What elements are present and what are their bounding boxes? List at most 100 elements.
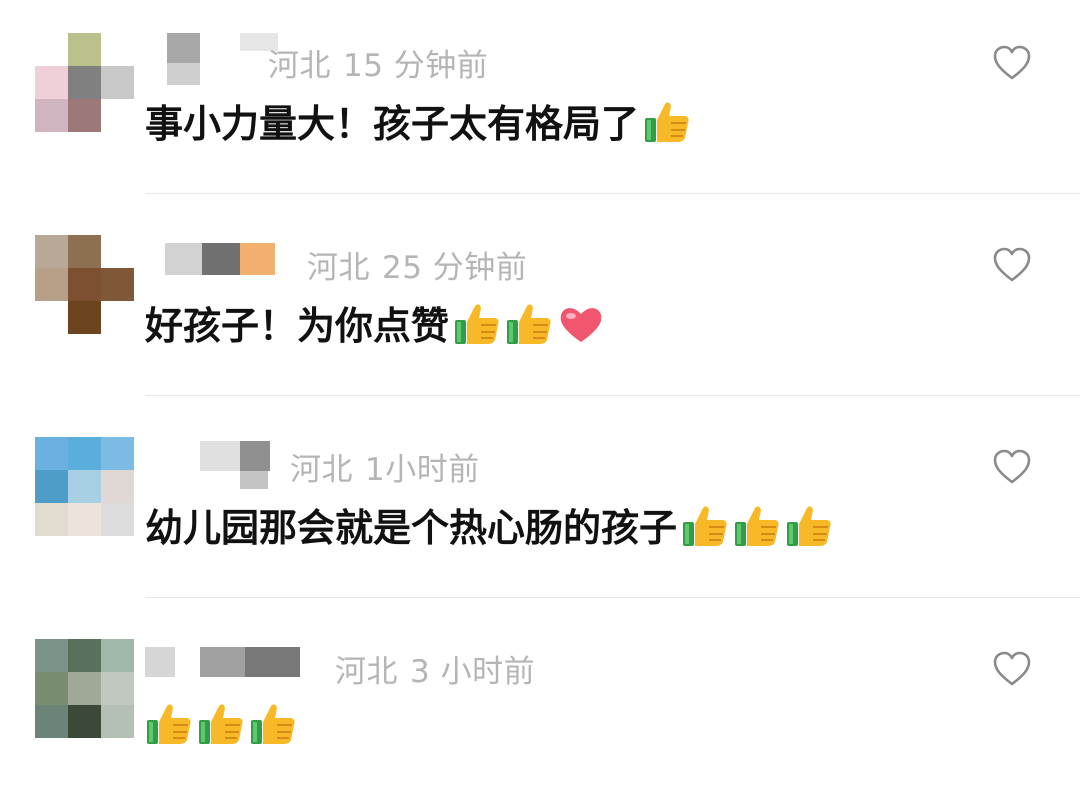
heart-outline-icon (993, 651, 1031, 686)
heart-outline-icon (993, 247, 1031, 282)
avatar-pixel (68, 66, 101, 99)
thumbs-up-icon (147, 703, 191, 744)
avatar-pixel (68, 672, 101, 705)
avatar-pixel (35, 268, 68, 301)
timestamp: 1小时前 (365, 452, 480, 488)
comment-item: 河北 3 小时前 (0, 606, 1080, 808)
comment-body: 事小力量大！孩子太有格局了 (145, 102, 640, 146)
comment-body: 好孩子！为你点赞 (145, 304, 450, 348)
avatar-pixel (68, 503, 101, 536)
thumbs-up-icon (683, 506, 727, 546)
thumbs-up-icon (735, 506, 779, 546)
thumbs-up-icon (645, 102, 689, 142)
avatar-pixel (35, 437, 68, 470)
avatar-pixel (35, 503, 68, 536)
avatar-pixel (68, 33, 101, 66)
username-pixel (240, 471, 268, 489)
emoji-row (677, 501, 833, 548)
username-pixel (167, 33, 200, 63)
username-pixel (240, 441, 270, 471)
avatar-pixel (68, 235, 101, 268)
avatar[interactable] (35, 437, 134, 536)
comment-text: 好孩子！为你点赞 (145, 295, 605, 350)
emoji-row (141, 699, 297, 746)
avatar-pixel (101, 99, 134, 132)
avatar-pixel (101, 268, 134, 301)
comment-meta: 河北 3 小时前 (335, 646, 535, 691)
avatar-pixel (35, 672, 68, 705)
emoji-row (639, 97, 691, 144)
avatar-pixel (35, 66, 68, 99)
avatar-pixel (101, 235, 134, 268)
comment-item: 河北 1小时前 幼儿园那会就是个热心肠的孩子 (0, 404, 1080, 606)
username-mosaic[interactable] (145, 235, 295, 285)
avatar[interactable] (35, 639, 134, 738)
comment-meta: 河北 1小时前 (290, 444, 480, 489)
emoji-row (449, 299, 605, 346)
username-mosaic[interactable] (145, 639, 300, 689)
location: 河北 (290, 452, 353, 488)
thumbs-up-icon (199, 703, 243, 744)
comment-meta: 河北 15 分钟前 (268, 40, 488, 85)
avatar-pixel (101, 639, 134, 672)
thumbs-up-icon (455, 304, 499, 344)
comment-text: 事小力量大！孩子太有格局了 (145, 93, 691, 148)
comment-text (145, 699, 297, 746)
avatar-pixel (68, 268, 101, 301)
like-heart-icon[interactable] (992, 448, 1032, 486)
comment-body: 幼儿园那会就是个热心肠的孩子 (145, 506, 678, 550)
username-pixel (200, 647, 245, 677)
avatar[interactable] (35, 33, 134, 132)
avatar-pixel (101, 66, 134, 99)
avatar-pixel (35, 99, 68, 132)
avatar-pixel (101, 705, 134, 738)
thumbs-up-icon (251, 703, 295, 744)
username-pixel (202, 243, 240, 275)
username-pixel (245, 647, 300, 677)
avatar-pixel (68, 437, 101, 470)
avatar-pixel (101, 503, 134, 536)
timestamp: 25 分钟前 (382, 250, 528, 286)
avatar-pixel (68, 705, 101, 738)
avatar-pixel (35, 301, 68, 334)
avatar-pixel (35, 235, 68, 268)
avatar-pixel (68, 470, 101, 503)
thumbs-up-icon (507, 304, 551, 344)
avatar[interactable] (35, 235, 134, 334)
avatar-pixel (101, 672, 134, 705)
divider (145, 395, 1080, 396)
timestamp: 3 小时前 (410, 654, 536, 690)
comment-item: 河北 15 分钟前 事小力量大！孩子太有格局了 (0, 0, 1080, 202)
avatar-pixel (35, 705, 68, 738)
heart-emoji-icon (560, 307, 602, 342)
username-mosaic[interactable] (145, 437, 295, 489)
avatar-pixel (101, 301, 134, 334)
username-pixel (167, 63, 200, 85)
username-pixel (145, 647, 175, 677)
avatar-pixel (68, 639, 101, 672)
timestamp: 15 分钟前 (343, 48, 489, 84)
username-pixel (200, 441, 240, 471)
comment-item: 河北 25 分钟前 好孩子！为你点赞 (0, 202, 1080, 404)
comment-text: 幼儿园那会就是个热心肠的孩子 (145, 497, 833, 552)
heart-outline-icon (993, 449, 1031, 484)
avatar-pixel (35, 33, 68, 66)
comment-meta: 河北 25 分钟前 (307, 242, 527, 287)
location: 河北 (335, 654, 398, 690)
username-pixel (240, 243, 275, 275)
avatar-pixel (101, 437, 134, 470)
heart-outline-icon (993, 45, 1031, 80)
location: 河北 (268, 48, 331, 84)
like-heart-icon[interactable] (992, 44, 1032, 82)
avatar-pixel (68, 301, 101, 334)
avatar-pixel (101, 33, 134, 66)
thumbs-up-icon (787, 506, 831, 546)
avatar-pixel (35, 470, 68, 503)
username-pixel (165, 243, 202, 275)
avatar-pixel (101, 470, 134, 503)
divider (145, 597, 1080, 598)
location: 河北 (307, 250, 370, 286)
like-heart-icon[interactable] (992, 246, 1032, 284)
divider (145, 193, 1080, 194)
like-heart-icon[interactable] (992, 650, 1032, 688)
